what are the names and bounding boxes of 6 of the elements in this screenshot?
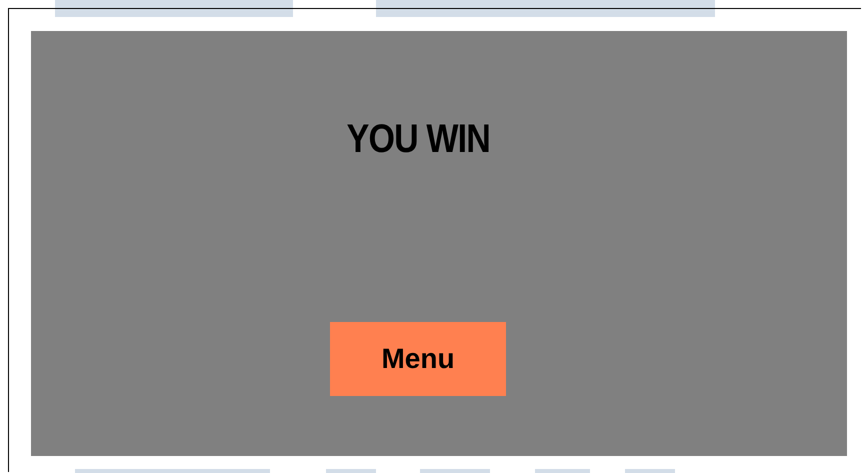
backdrop-shape: [535, 469, 590, 473]
win-title: YOU WIN: [346, 117, 490, 162]
menu-button[interactable]: Menu: [330, 322, 506, 396]
backdrop-shape: [420, 469, 490, 473]
backdrop-shape: [625, 469, 675, 473]
backdrop-shape: [326, 469, 376, 473]
